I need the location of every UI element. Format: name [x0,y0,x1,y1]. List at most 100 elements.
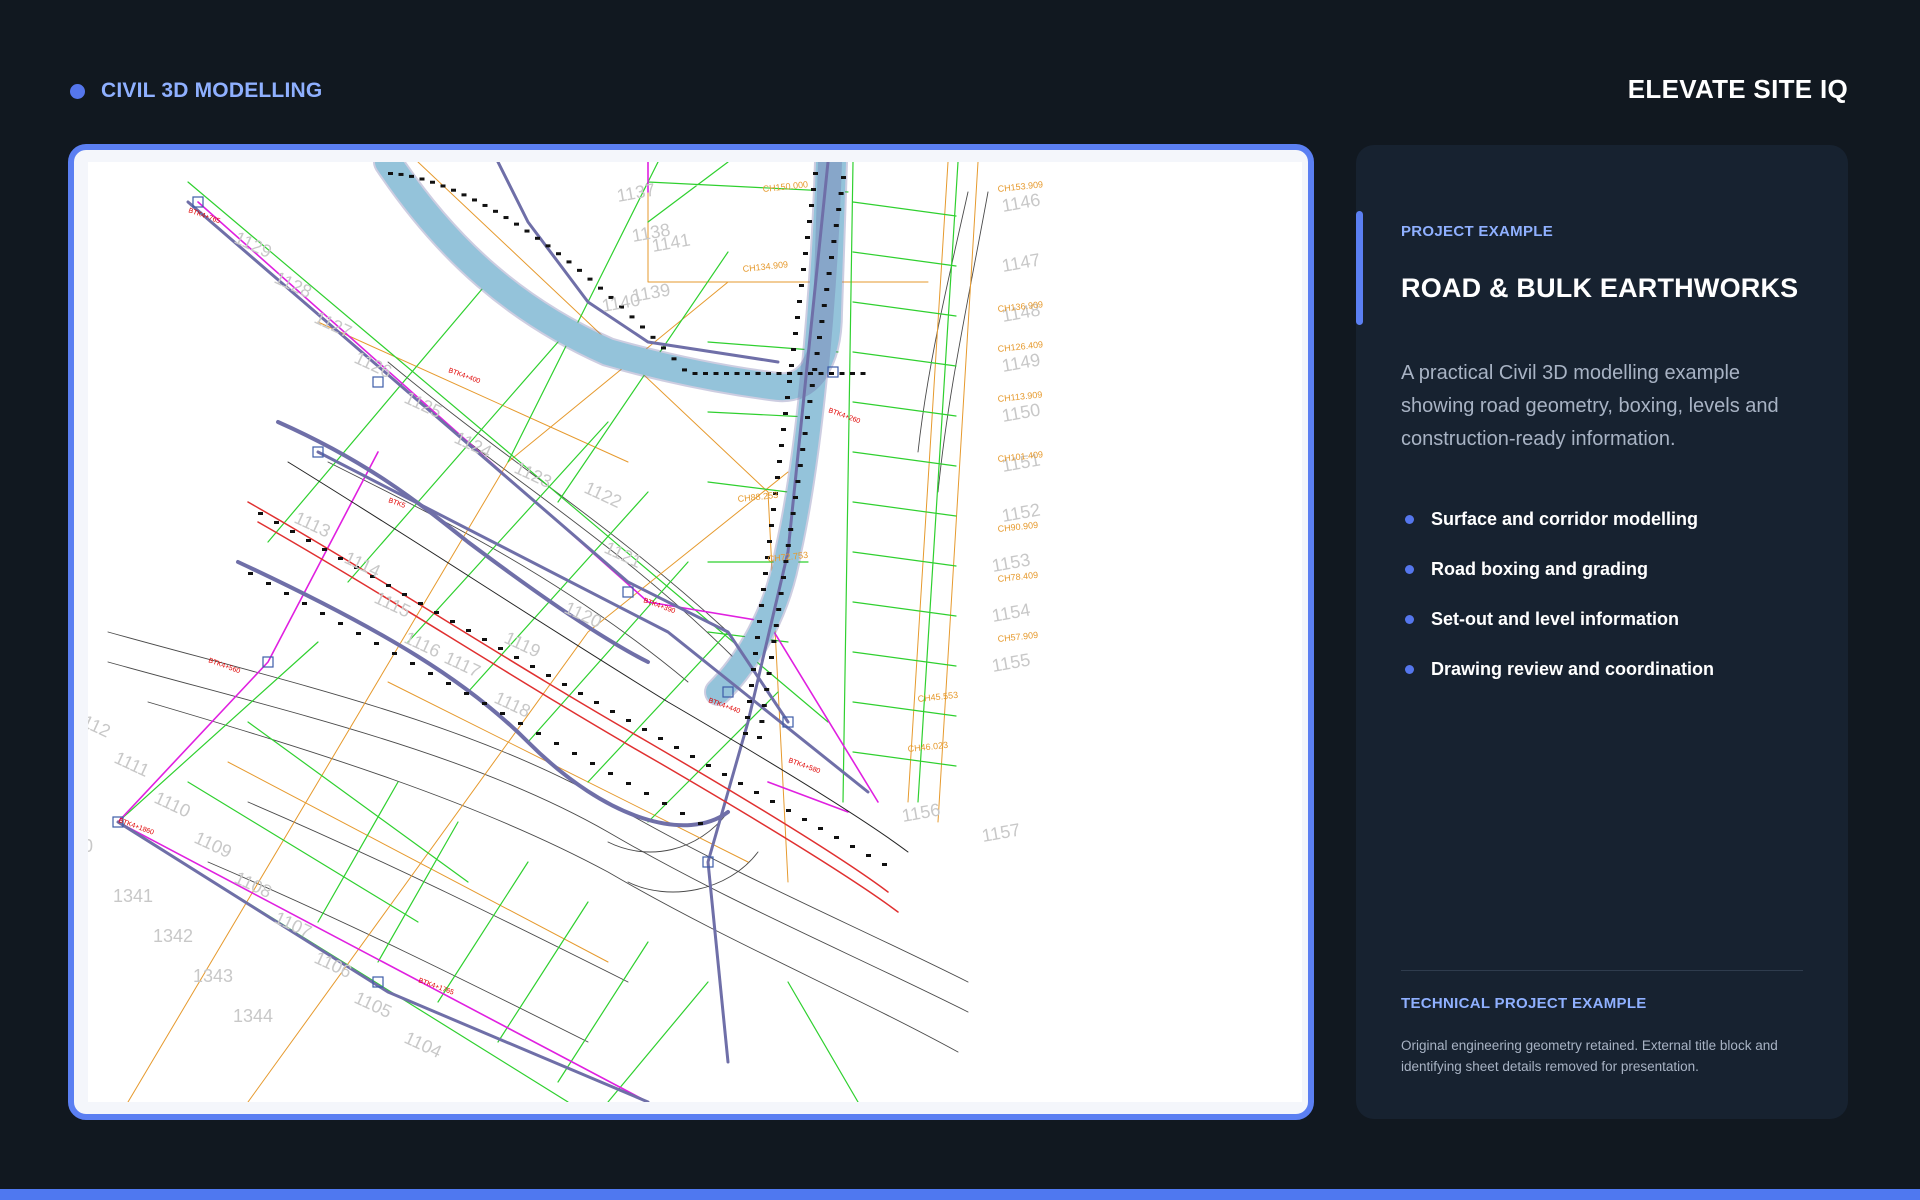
lot-number-label: 1109 [191,827,235,861]
setout-mark [577,268,582,272]
setout-mark [682,368,687,372]
setout-mark [706,764,711,767]
setout-mark [356,632,361,635]
setout-mark [797,300,802,303]
setout-mark [662,802,667,805]
lot-number-label: 1155 [990,650,1032,676]
setback-line [937,162,979,823]
setout-mark [761,704,767,707]
feature-item: Drawing review and coordination [1401,644,1714,694]
setout-mark [530,665,535,668]
setout-mark [674,746,679,749]
setout-mark [817,336,822,339]
setout-mark [450,620,455,623]
road-edge [373,162,848,403]
setout-mark [428,672,433,675]
bullet-dot-icon [70,83,85,99]
accent-bar [1356,211,1363,325]
setout-mark [781,428,786,431]
panel-eyebrow: PROJECT EXAMPLE [1401,223,1554,240]
setout-mark [734,372,740,375]
setout-mark [800,448,806,451]
setout-mark [860,372,866,375]
setout-mark [320,612,325,615]
setout-mark [451,188,456,192]
lot-number-label: 1111 [111,747,152,780]
setout-mark [797,464,803,467]
bottom-accent-bar [0,1189,1920,1200]
setout-mark [698,822,703,825]
lot-number-label: 1104 [401,1027,445,1061]
setout-mark [464,692,469,695]
setout-mark [755,372,761,375]
setout-mark [566,260,572,264]
setout-mark [722,773,727,776]
control-point-marker [622,586,634,598]
setout-mark [248,572,253,575]
setout-mark [818,827,823,830]
lot-number-label: 1343 [193,966,233,986]
lot-number-label: 1342 [153,926,193,946]
setout-mark [753,652,758,655]
setout-mark [833,224,839,227]
contour-line [607,811,729,853]
contour-line [107,631,969,983]
setout-mark [661,346,666,350]
setout-mark [778,592,784,595]
setout-mark [322,548,327,551]
setout-mark [777,460,782,463]
setout-mark [836,208,842,211]
setout-mark [808,372,813,375]
setout-mark [834,836,839,839]
feature-list: Surface and corridor modelling Road boxi… [1401,494,1714,694]
kerb-line [287,461,909,853]
setout-mark [680,812,685,815]
lot-number-label: 1344 [233,1006,273,1026]
setout-mark [838,192,844,195]
drawing-frame: 1137 1138 1141 1139 1140 1146 1147 1148 1149 1150… [68,144,1314,1120]
setout-mark [786,809,791,812]
setout-mark [751,668,756,671]
setout-mark [785,396,790,399]
kerb-line [257,521,899,913]
setout-mark [776,608,782,611]
setout-mark [811,188,816,191]
feature-item: Road boxing and grading [1401,544,1714,594]
setout-mark [802,818,807,821]
setout-mark [626,782,631,785]
contour-line [147,701,959,1053]
setout-mark [430,180,435,184]
setout-mark [556,252,561,256]
station-label: BTK5 [387,497,406,510]
panel-title: ROAD & BULK EARTHWORKS [1401,273,1799,303]
setout-mark [306,539,311,542]
setout-mark [769,656,774,659]
setout-mark [761,588,766,591]
lot-number-label: 1112 [88,707,114,741]
setout-mark [831,240,837,243]
setout-mark [554,742,559,745]
setout-mark [650,335,656,339]
setout-mark [598,286,603,290]
setout-mark [759,604,764,607]
setout-mark [418,602,423,605]
setout-mark [524,229,530,233]
setout-mark [500,712,505,715]
setout-mark [801,268,806,271]
bullet-dot-icon [1405,514,1414,524]
setout-mark [766,372,771,375]
station-label: BTK4+765 [187,207,221,225]
setout-mark [410,662,415,665]
setout-mark [482,203,488,207]
setout-mark [518,722,523,725]
setout-mark [759,720,765,723]
chainage-label: CH88.253 [737,490,778,504]
lot-number-label: 1341 [113,886,153,906]
setout-mark [392,652,397,655]
setout-mark [440,184,446,188]
setout-mark [610,710,615,713]
setout-mark [461,193,467,197]
setout-mark [773,624,779,627]
setout-mark [764,688,770,691]
setout-mark [536,732,541,735]
